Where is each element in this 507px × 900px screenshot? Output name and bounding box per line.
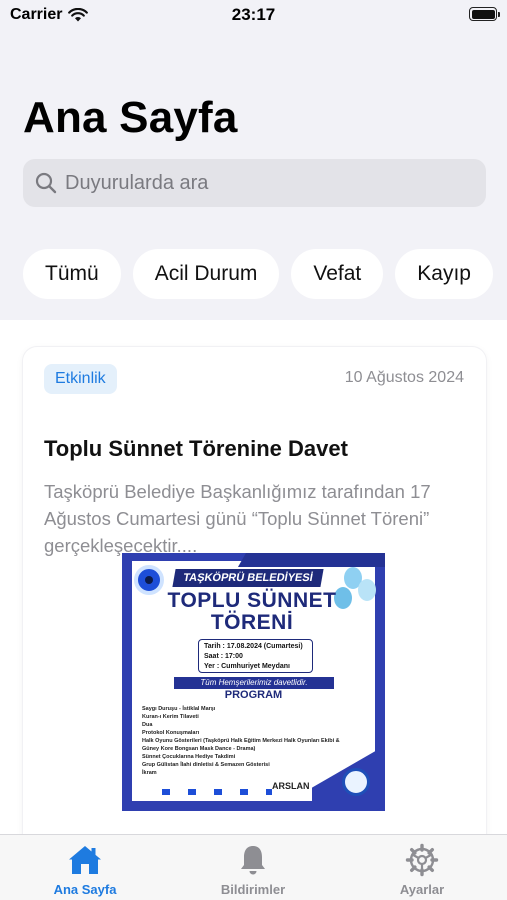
poster-title-line1: TOPLU SÜNNET — [167, 589, 337, 612]
poster-program-item: Grup Gülistan İlahi dinletisi & Semazen … — [142, 762, 270, 768]
page-title: Ana Sayfa — [23, 93, 238, 142]
search-icon — [35, 172, 57, 194]
poster-social-links — [162, 789, 272, 795]
tab-home[interactable]: Ana Sayfa — [30, 835, 140, 900]
poster-program-list: Saygı Duruşu - İstiklal Marşı Kuran-ı Ke… — [142, 705, 342, 777]
tab-notifications[interactable]: Bildirimler — [198, 835, 308, 900]
poster-program-item: Kuran-ı Kerim Tilaveti — [142, 714, 199, 720]
battery-icon — [469, 7, 500, 21]
tab-settings[interactable]: Ayarlar — [367, 835, 477, 900]
poster-detail-place: Yer : Cumhuriyet Meydanı — [204, 663, 290, 670]
search-bar[interactable] — [23, 159, 486, 207]
announcement-poster-image[interactable]: TAŞKÖPRÜ BELEDİYESİ TOPLU SÜNNET TÖRENİ … — [122, 553, 385, 811]
poster-stripe — [237, 553, 385, 567]
bell-icon — [241, 846, 265, 875]
tab-notifications-label: Bildirimler — [220, 882, 286, 897]
poster-header: TAŞKÖPRÜ BELEDİYESİ — [172, 569, 324, 587]
filter-chip-emergency[interactable]: Acil Durum — [132, 249, 280, 299]
tab-home-label: Ana Sayfa — [53, 882, 117, 897]
poster-details: Tarih : 17.08.2024 (Cumartesi) Saat : 17… — [198, 639, 313, 673]
poster-program-item: Dua — [142, 722, 153, 728]
search-input[interactable] — [65, 171, 465, 195]
filter-chip-obituary[interactable]: Vefat — [291, 249, 384, 299]
announcement-date: 10 Ağustos 2024 — [344, 369, 464, 386]
poster-program-item: İkram — [142, 770, 157, 776]
poster-signature: ARSLAN — [272, 781, 310, 791]
poster-program-item: Saygı Duruşu - İstiklal Marşı — [142, 706, 216, 712]
poster-title-line2: TÖRENİ — [210, 611, 294, 634]
poster-program-item: Protokol Konuşmaları — [142, 730, 200, 736]
status-time: 23:17 — [231, 5, 276, 24]
gear-icon — [405, 843, 439, 877]
filter-chip-missing[interactable]: Kayıp — [395, 249, 493, 299]
balloon-icon — [358, 579, 376, 601]
filter-chip-all[interactable]: Tümü — [23, 249, 121, 299]
category-badge: Etkinlik — [44, 364, 117, 394]
poster-detail-time: Saat : 17:00 — [204, 653, 243, 660]
announcement-list[interactable]: Etkinlik 10 Ağustos 2024 Toplu Sünnet Tö… — [0, 320, 507, 834]
municipality-seal-icon — [342, 768, 370, 796]
house-icon — [69, 846, 101, 874]
tab-bar: Ana Sayfa Bildirimler Ayarlar — [0, 834, 507, 900]
poster-program-item: Halk Oyunu Gösterileri (Taşköprü Halk Eğ… — [142, 738, 340, 752]
poster-invite: Tüm Hemşerilerimiz davetlidir. — [174, 677, 334, 689]
announcement-title: Toplu Sünnet Törenine Davet — [44, 436, 348, 461]
filter-chips: Tümü Acil Durum Vefat Kayıp — [23, 249, 493, 299]
status-bar: Carrier 23:17 — [0, 0, 507, 32]
announcement-card[interactable]: Etkinlik 10 Ağustos 2024 Toplu Sünnet Tö… — [23, 347, 486, 834]
poster-detail-date: Tarih : 17.08.2024 (Cumartesi) — [204, 643, 303, 650]
poster-program-item: Sünnet Çocuklarına Hediye Takdimi — [142, 754, 236, 760]
tab-settings-label: Ayarlar — [399, 882, 445, 897]
announcement-body: Taşköprü Belediye Başkanlığımız tarafınd… — [44, 481, 431, 556]
poster-program-title: PROGRAM — [224, 689, 283, 701]
